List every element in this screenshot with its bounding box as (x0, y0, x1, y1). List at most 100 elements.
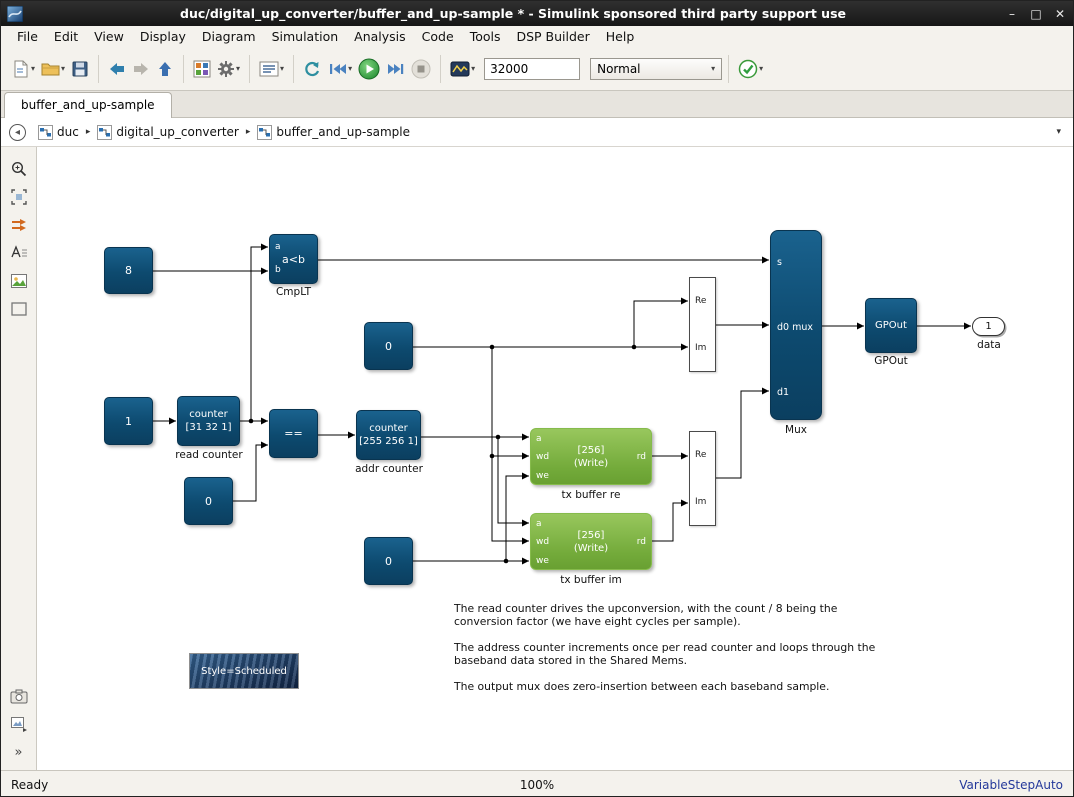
chevron-down-icon: ▾ (471, 64, 475, 73)
annotation-icon (10, 244, 28, 262)
block-tx-buffer-re[interactable]: a wd we rd [256] (Write) (530, 428, 652, 485)
block-style-scheduled[interactable]: Style=Scheduled (189, 653, 299, 689)
port-d1: d1 (777, 388, 789, 398)
simulink-window: duc/digital_up_converter/buffer_and_up-s… (0, 0, 1074, 797)
toolbar-separator (440, 55, 441, 83)
breadcrumb-dropdown-icon[interactable]: ▾ (1056, 127, 1065, 137)
block-label-read-counter: read counter (169, 449, 249, 461)
menu-dsp-builder[interactable]: DSP Builder (508, 27, 597, 46)
chevron-down-icon: ▾ (236, 64, 240, 73)
run-button[interactable] (355, 54, 383, 84)
toolbar-separator (98, 55, 99, 83)
close-button[interactable]: ✕ (1053, 7, 1067, 21)
block-complex-bottom[interactable]: Re Im (689, 431, 716, 526)
block-cmplt[interactable]: a b a<b (269, 234, 318, 284)
area-box-button[interactable] (6, 297, 32, 321)
save-button[interactable] (68, 54, 92, 84)
menu-tools[interactable]: Tools (462, 27, 509, 46)
breadcrumb-item-duc[interactable]: duc (38, 125, 79, 140)
window-controls: – □ ✕ (1005, 7, 1067, 21)
simulation-stop-time-input[interactable] (484, 58, 580, 80)
up-to-parent-button[interactable] (153, 54, 177, 84)
block-constant-0-bottom[interactable]: 0 (364, 537, 413, 585)
port-rd: rd (637, 453, 646, 462)
back-button[interactable] (105, 54, 129, 84)
menu-file[interactable]: File (9, 27, 46, 46)
block-text: GPOut (875, 320, 907, 331)
diagram-canvas[interactable]: 8 a b a<b CmpLT 0 1 counter [31 32 1] (37, 147, 1073, 770)
build-verify-button[interactable]: ▾ (735, 54, 766, 84)
fast-restart-icon (303, 60, 322, 78)
port-a: a (275, 243, 281, 252)
menu-simulation[interactable]: Simulation (264, 27, 347, 46)
menu-help[interactable]: Help (598, 27, 643, 46)
block-complex-top[interactable]: Re Im (689, 277, 716, 372)
block-read-counter[interactable]: counter [31 32 1] (177, 396, 240, 446)
solver-name[interactable]: VariableStepAuto (959, 778, 1063, 792)
toolbar-separator (293, 55, 294, 83)
menu-display[interactable]: Display (132, 27, 194, 46)
open-model-button[interactable]: ▾ (38, 54, 68, 84)
block-constant-1[interactable]: 1 (104, 397, 153, 445)
library-browser-button[interactable] (190, 54, 214, 84)
block-tx-buffer-im[interactable]: a wd we rd [256] (Write) (530, 513, 652, 570)
chevron-down-icon: ▾ (348, 64, 352, 73)
block-constant-8[interactable]: 8 (104, 247, 153, 294)
minimize-button[interactable]: – (1005, 7, 1019, 21)
block-constant-0-mid[interactable]: 0 (184, 477, 233, 525)
breadcrumb-separator-icon: ▸ (86, 127, 91, 137)
port-a: a (536, 435, 542, 444)
signal-routing-button[interactable] (6, 213, 32, 237)
model-settings-button[interactable]: ▾ (256, 54, 287, 84)
screenshot-button[interactable] (6, 712, 32, 736)
breadcrumb-label: buffer_and_up-sample (276, 125, 410, 139)
image-annotation-button[interactable] (6, 269, 32, 293)
tab-buffer-and-up-sample[interactable]: buffer_and_up-sample (4, 92, 172, 118)
block-outport-data[interactable]: 1 (972, 317, 1005, 336)
port-im: Im (695, 498, 706, 507)
status-text: Ready (11, 778, 48, 792)
forward-arrow-icon (132, 60, 150, 78)
fit-to-view-button[interactable] (6, 185, 32, 209)
simulation-data-inspector-button[interactable]: ▾ (447, 54, 478, 84)
block-gpout[interactable]: GPOut (865, 298, 917, 353)
counter-text-line1: counter (189, 408, 227, 421)
port-we: we (536, 557, 549, 566)
annotation-button[interactable] (6, 241, 32, 265)
step-back-button[interactable]: ▾ (325, 54, 355, 84)
model-browser-toggle-icon[interactable]: ◂ (9, 124, 26, 141)
toolbar: ▾ ▾ ▾ ▾ (1, 47, 1073, 91)
maximize-button[interactable]: □ (1029, 7, 1043, 21)
simulation-mode-select[interactable]: Normal ▾ (590, 58, 722, 80)
menu-diagram[interactable]: Diagram (194, 27, 264, 46)
menu-code[interactable]: Code (414, 27, 462, 46)
block-value: 0 (205, 495, 212, 508)
block-label-data: data (967, 339, 1011, 351)
model-configuration-button[interactable]: ▾ (214, 54, 243, 84)
block-mux[interactable]: s d0 mux d1 (770, 230, 822, 420)
breadcrumb-item-buffer-and-up-sample[interactable]: buffer_and_up-sample (257, 125, 410, 140)
fast-restart-button[interactable] (300, 54, 325, 84)
zoom-icon (10, 160, 28, 178)
block-constant-0-top[interactable]: 0 (364, 322, 413, 370)
block-equality[interactable]: == (269, 409, 318, 458)
expand-palette-button[interactable]: » (6, 740, 32, 764)
menu-view[interactable]: View (86, 27, 132, 46)
step-forward-button[interactable] (383, 54, 408, 84)
viewmarks-button[interactable] (6, 684, 32, 708)
breadcrumb-label: digital_up_converter (116, 125, 239, 139)
block-text: == (284, 427, 302, 440)
block-label-tx-buffer-re: tx buffer re (530, 489, 652, 501)
new-model-button[interactable]: ▾ (9, 54, 38, 84)
menu-edit[interactable]: Edit (46, 27, 86, 46)
settings-list-icon (259, 60, 279, 78)
style-note-text: Style=Scheduled (201, 666, 287, 677)
stop-button[interactable] (408, 54, 434, 84)
block-text: [256] (Write) (574, 444, 608, 470)
forward-button[interactable] (129, 54, 153, 84)
port-b: b (275, 266, 281, 275)
zoom-button[interactable] (6, 157, 32, 181)
menu-analysis[interactable]: Analysis (346, 27, 414, 46)
breadcrumb-item-digital-up-converter[interactable]: digital_up_converter (97, 125, 239, 140)
block-addr-counter[interactable]: counter [255 256 1] (356, 410, 421, 460)
